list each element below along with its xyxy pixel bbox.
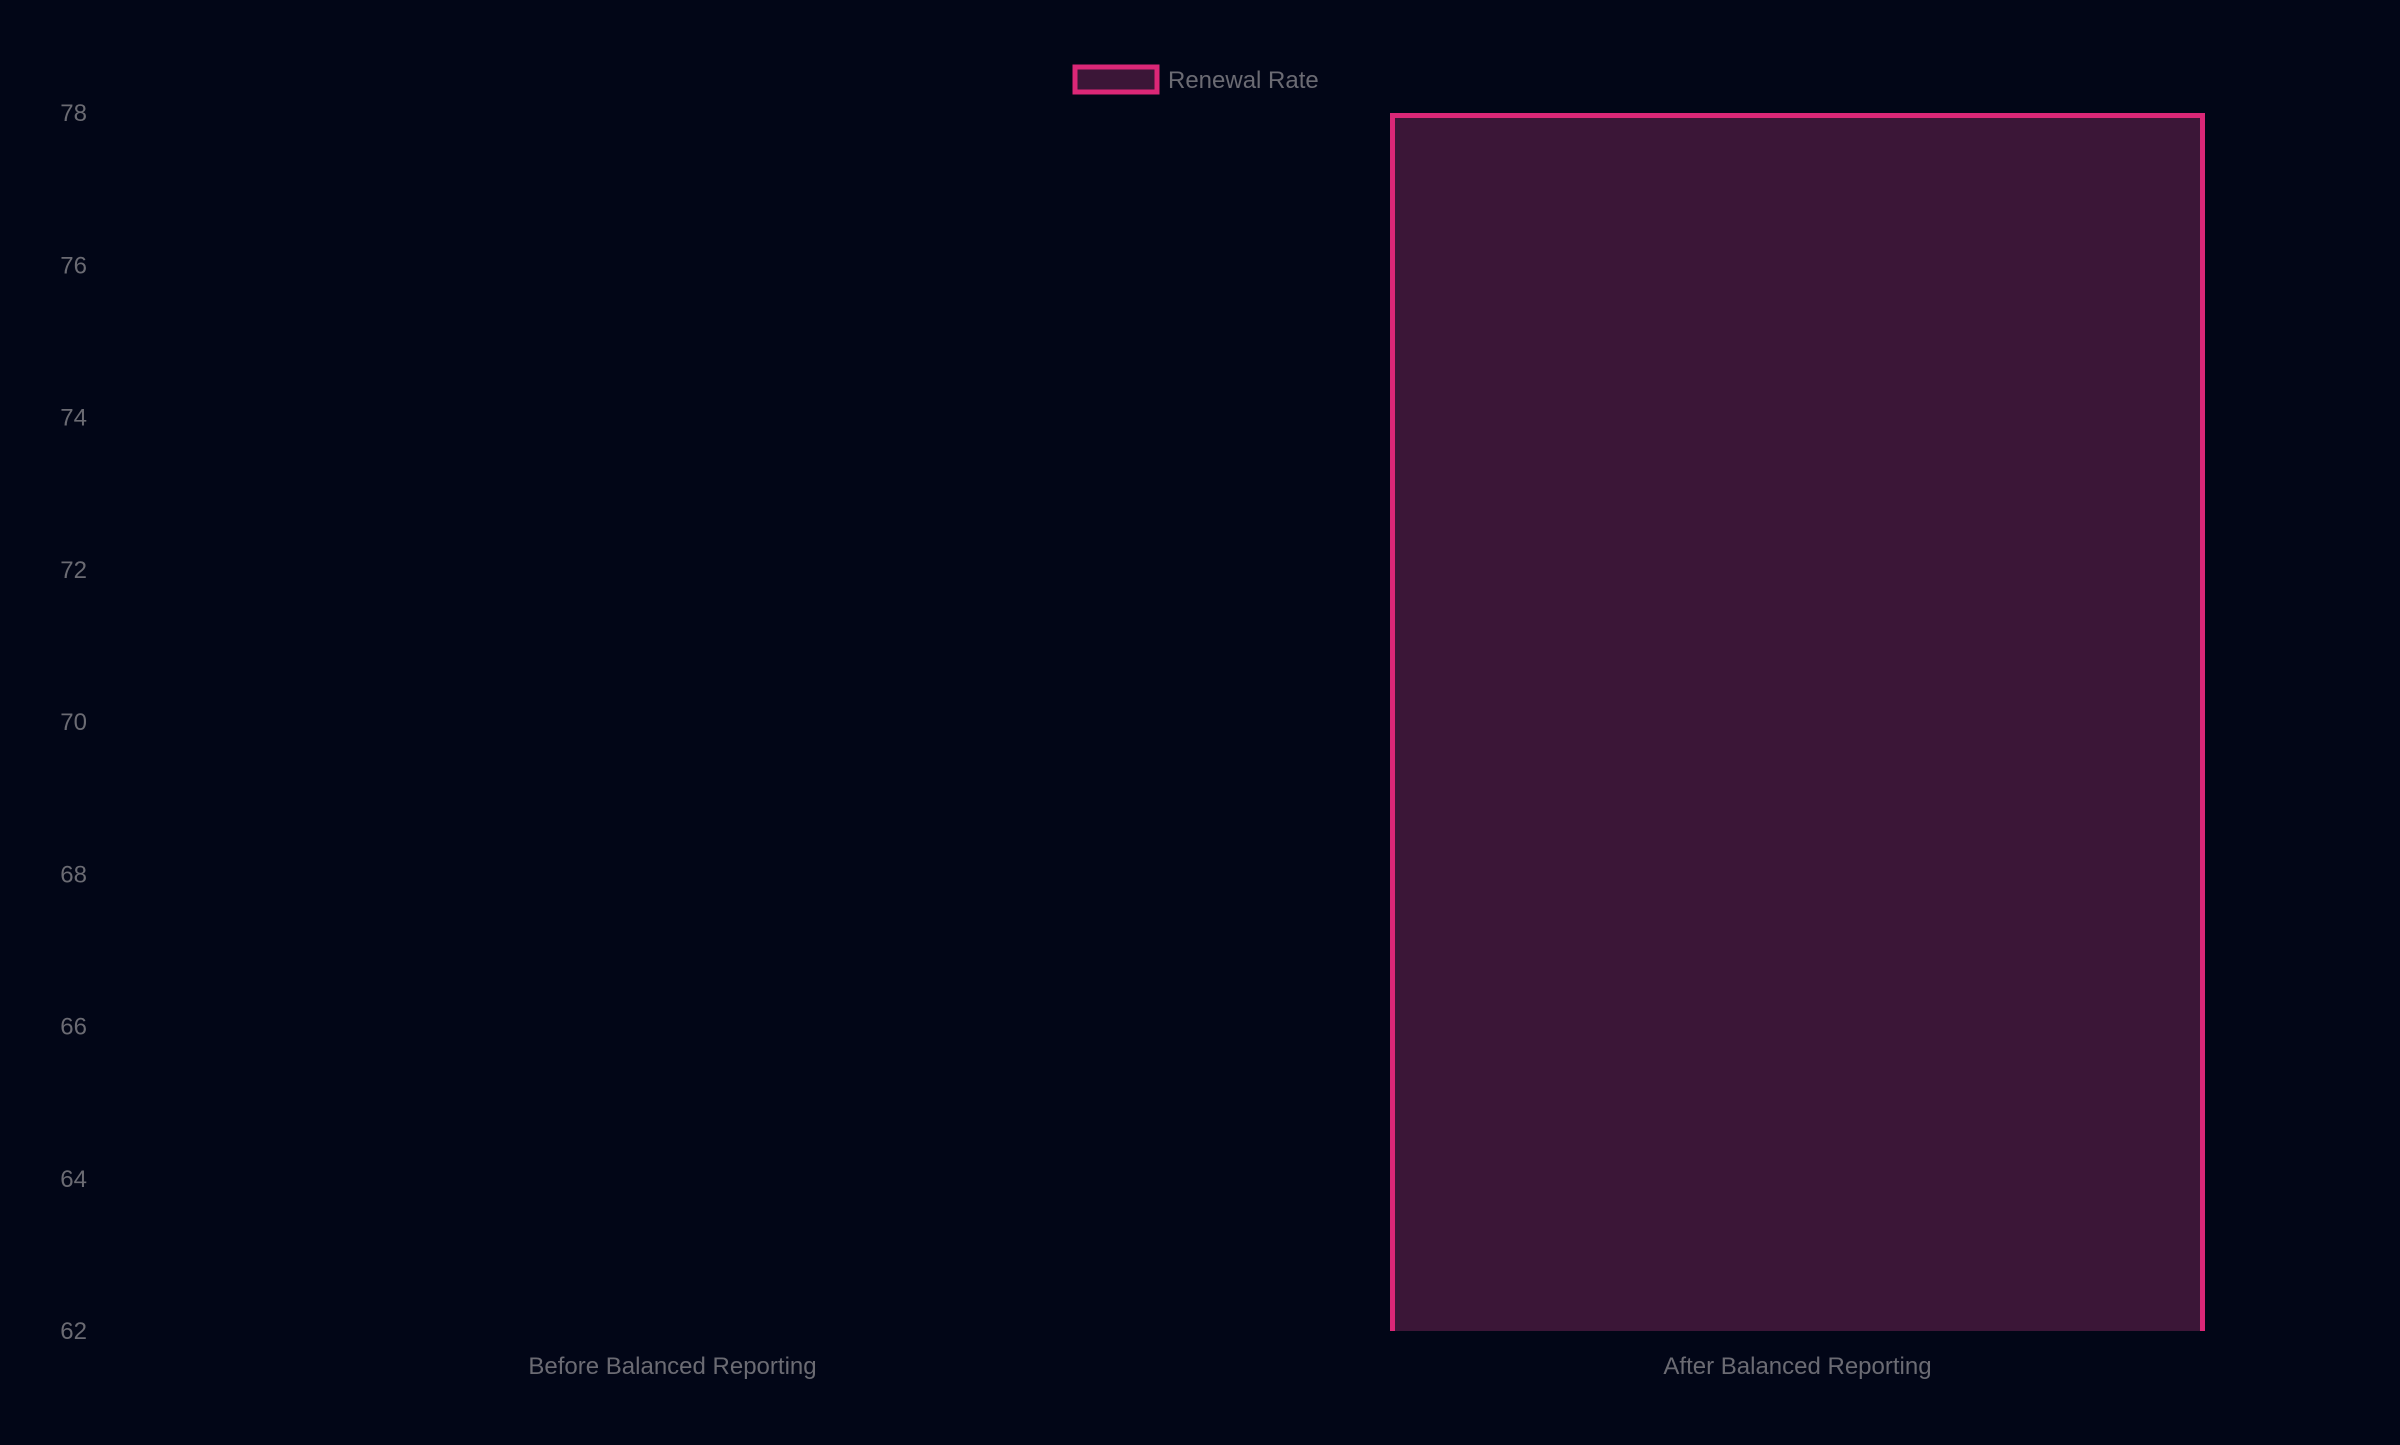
x-tick-label: After Balanced Reporting xyxy=(1663,1353,1931,1380)
y-tick-label: 66 xyxy=(60,1014,87,1041)
y-tick-label: 64 xyxy=(60,1166,87,1193)
y-tick-label: 78 xyxy=(60,100,87,127)
y-axis: 62 64 66 68 70 72 74 76 78 xyxy=(60,100,87,1345)
legend-swatch-renewal-rate xyxy=(1072,64,1160,95)
y-tick-label: 70 xyxy=(60,709,87,736)
x-tick-label: Before Balanced Reporting xyxy=(528,1353,816,1380)
y-tick-label: 76 xyxy=(60,252,87,279)
chart-container: Renewal Rate 62 64 66 68 70 72 74 76 78 Before B… xyxy=(0,0,2400,1440)
legend: Renewal Rate xyxy=(1072,64,1319,95)
x-axis: Before Balanced Reporting After Balanced … xyxy=(528,1353,1931,1380)
bar-1-fill xyxy=(1392,113,2203,1331)
y-tick-label: 68 xyxy=(60,861,87,888)
bars xyxy=(1390,113,2205,1331)
renewal-rate-bar-chart: Renewal Rate 62 64 66 68 70 72 74 76 78 Before B… xyxy=(60,64,2205,1380)
y-tick-label: 72 xyxy=(60,557,87,584)
y-tick-label: 74 xyxy=(60,405,87,432)
legend-label-renewal-rate: Renewal Rate xyxy=(1168,67,1319,94)
y-tick-label: 62 xyxy=(60,1318,87,1345)
